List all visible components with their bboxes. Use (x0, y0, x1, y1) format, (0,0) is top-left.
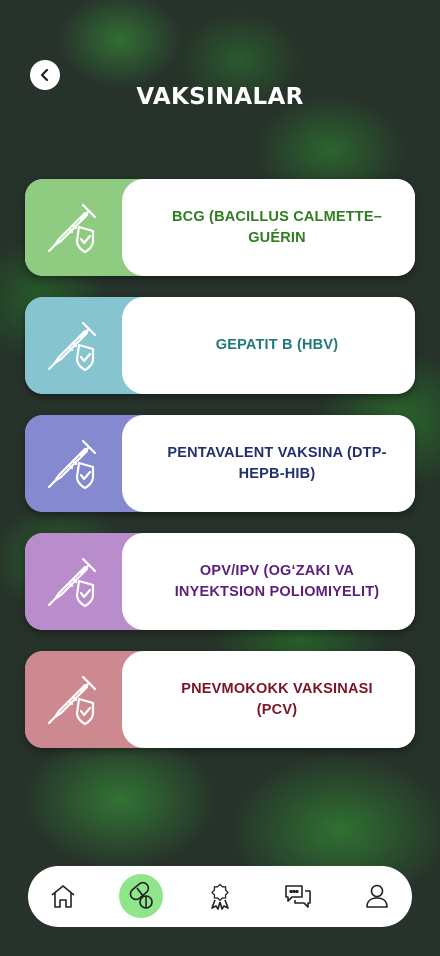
bottom-nav (28, 866, 412, 927)
vaccine-card-pentavalent[interactable]: PENTAVALENT VAKSINA (DTP-HEPB-HIB) (25, 415, 415, 512)
vaccine-label: PENTAVALENT VAKSINA (DTP-HEPB-HIB) (167, 444, 387, 482)
vaccine-card-hbv[interactable]: GEPATIT B (HBV) (25, 297, 415, 394)
syringe-shield-icon (47, 439, 97, 490)
vaccine-card-opv-ipv[interactable]: OPV/IPV (OGʻZAKI VA INYEKTSION POLIOMIYE… (25, 533, 415, 630)
vaccine-label: OPV/IPV (OGʻZAKI VA INYEKTSION POLIOMIYE… (174, 562, 380, 600)
vaccine-label: PNEVMOKOKK VAKSINASI (PCV) (181, 680, 373, 718)
home-icon (51, 885, 75, 908)
syringe-shield-icon (47, 321, 97, 372)
nav-profile[interactable] (355, 874, 399, 918)
chevron-left-icon (40, 68, 49, 82)
syringe-shield-icon (47, 203, 97, 254)
syringe-shield-icon (47, 675, 97, 726)
vaccine-label: BCG (BACILLUS CALMETTE–GUÉRIN (171, 208, 382, 246)
vaccine-label: GEPATIT B (HBV) (215, 337, 339, 353)
page-title: VAKSINALAR (136, 84, 304, 110)
syringe-shield-icon (47, 557, 97, 608)
vaccine-card-pcv[interactable]: PNEVMOKOKK VAKSINASI (PCV) (25, 651, 415, 748)
user-icon (366, 884, 388, 908)
pills-icon (129, 881, 153, 909)
vaccine-card-bcg[interactable]: BCG (BACILLUS CALMETTE–GUÉRIN (25, 179, 415, 276)
nav-vaccines[interactable] (119, 874, 163, 918)
chat-icon (285, 885, 311, 908)
award-icon (211, 883, 229, 910)
nav-chat[interactable] (276, 874, 320, 918)
nav-home[interactable] (41, 874, 85, 918)
nav-awards[interactable] (198, 874, 242, 918)
